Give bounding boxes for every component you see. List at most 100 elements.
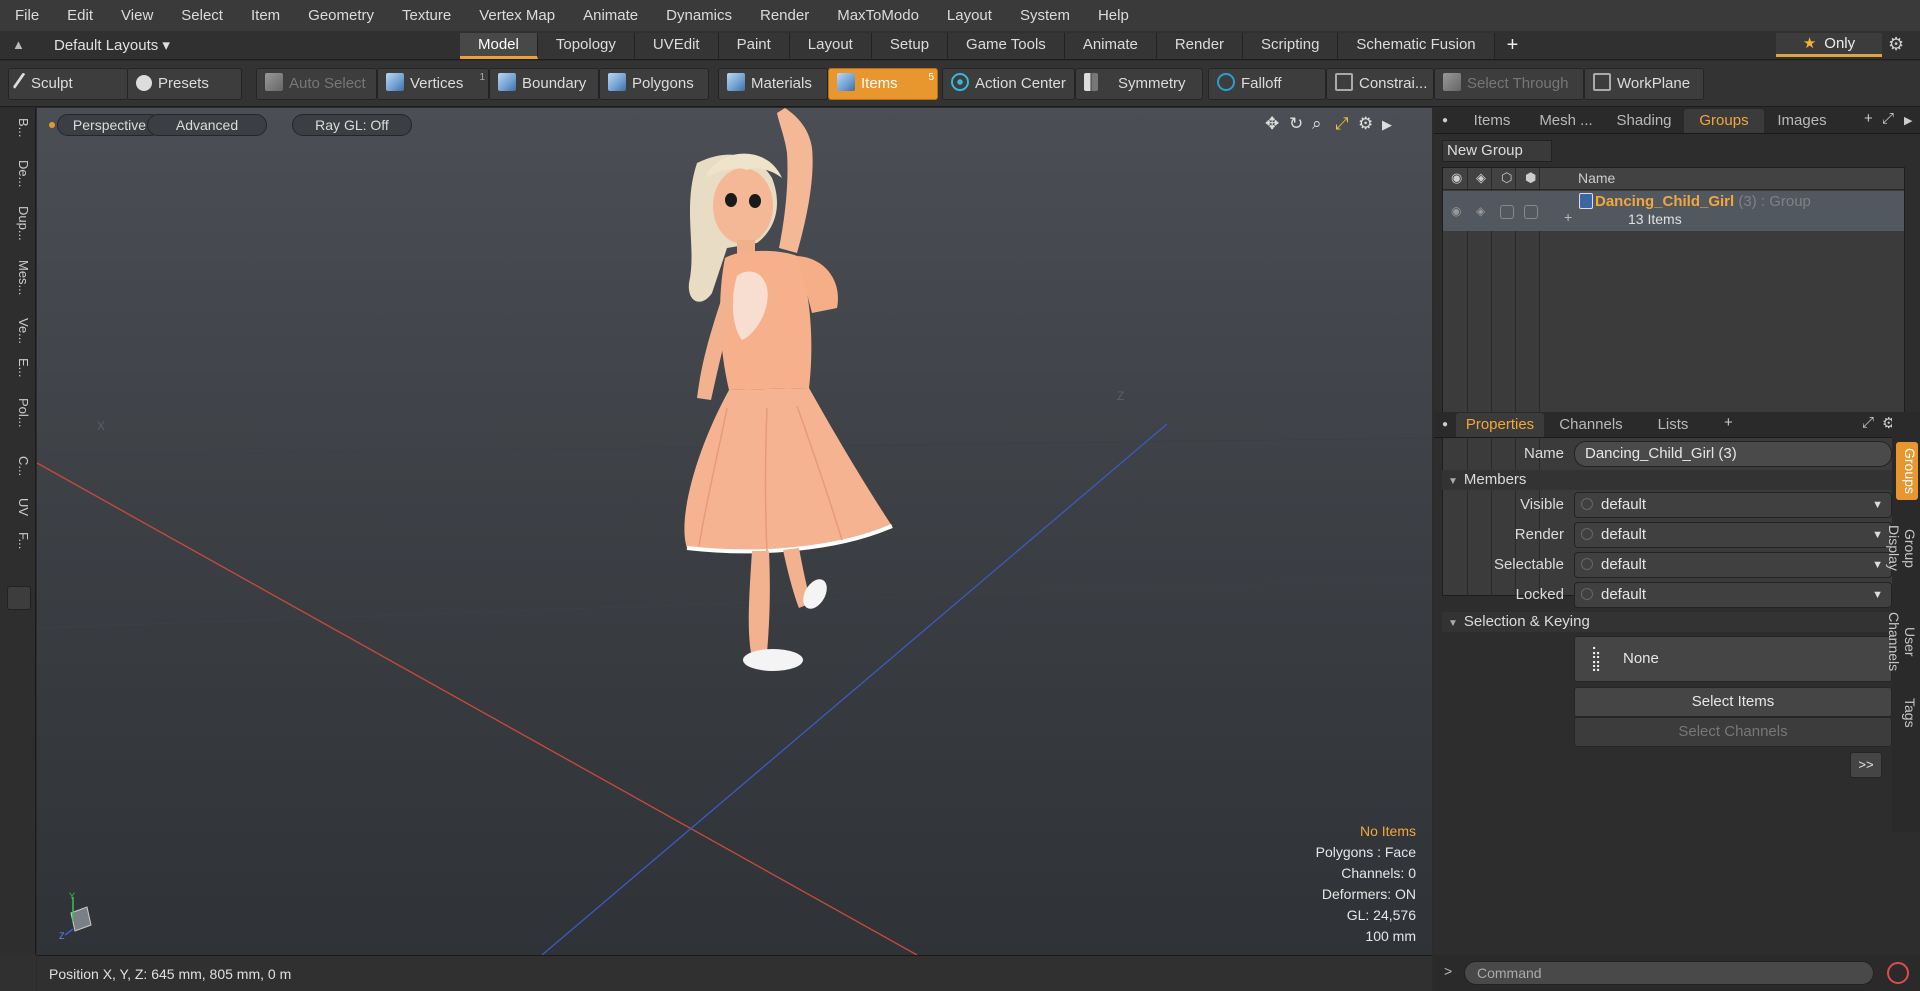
row-lock-checkbox[interactable] <box>1500 205 1514 219</box>
vertices-button[interactable]: Vertices 1 <box>377 68 489 100</box>
left-tab-2[interactable]: De... <box>5 160 31 187</box>
tab-shading[interactable]: Shading <box>1606 109 1682 133</box>
items-button[interactable]: Items 5 <box>828 68 938 100</box>
select-through-button[interactable]: Select Through <box>1434 68 1584 100</box>
menu-view[interactable]: View <box>107 0 167 31</box>
select-channels-button[interactable]: Select Channels <box>1574 717 1892 747</box>
record-icon[interactable] <box>1887 962 1909 984</box>
tab-game-tools[interactable]: Game Tools <box>948 33 1065 59</box>
play-icon[interactable]: ▶ <box>1382 117 1392 133</box>
menu-system[interactable]: System <box>1006 0 1084 31</box>
side-tab-group-display[interactable]: Group Display <box>1886 504 1918 592</box>
members-section[interactable]: ▼ Members <box>1442 470 1902 490</box>
group-row[interactable]: ◉ ◈ + Dancing_Child_Girl (3) : Group 13 … <box>1443 191 1904 231</box>
new-group-button[interactable]: New Group <box>1442 140 1552 162</box>
sculpt-button[interactable]: Sculpt <box>8 68 128 100</box>
add-tab-button[interactable]: + <box>1495 33 1531 59</box>
menu-maxtomodo[interactable]: MaxToModo <box>823 0 933 31</box>
layouts-dropdown[interactable]: Default Layouts ▾ <box>54 31 170 60</box>
left-tab-4[interactable]: Mes... <box>5 260 31 295</box>
more-button[interactable]: >> <box>1850 752 1882 778</box>
tab-animate[interactable]: Animate <box>1064 33 1157 59</box>
render-radio[interactable] <box>1581 528 1593 540</box>
panel-arrow-icon[interactable]: ▶ <box>1904 114 1912 127</box>
left-tab-9[interactable]: UV <box>5 498 31 516</box>
zoom-icon[interactable]: ⌕ <box>1312 114 1322 134</box>
pan-icon[interactable]: ✥ <box>1265 114 1279 134</box>
side-tab-groups[interactable]: Groups <box>1896 442 1918 500</box>
tab-items[interactable]: Items <box>1458 109 1526 133</box>
add-panel-tab-icon[interactable]: + <box>1864 110 1873 127</box>
polygons-button[interactable]: Polygons <box>599 68 709 100</box>
menu-item[interactable]: Item <box>237 0 294 31</box>
expand-group-icon[interactable]: + <box>1564 209 1572 225</box>
side-tab-user-channels[interactable]: User Channels <box>1886 596 1918 688</box>
selectable-select[interactable]: default ▼ <box>1574 552 1892 578</box>
action-center-button[interactable]: Action Center <box>942 68 1075 100</box>
expand-icon[interactable]: ⤢ <box>1882 110 1894 127</box>
left-tab-3[interactable]: Dup... <box>5 206 31 241</box>
tab-schematic-fusion[interactable]: Schematic Fusion <box>1338 33 1495 59</box>
row-eye-icon[interactable]: ◉ <box>1451 204 1461 218</box>
tab-paint[interactable]: Paint <box>718 33 790 59</box>
gear-icon[interactable]: ⚙ <box>1888 34 1904 55</box>
locked-radio[interactable] <box>1581 588 1593 600</box>
tab-images[interactable]: Images <box>1766 109 1838 133</box>
left-strip-button[interactable] <box>7 586 31 610</box>
selection-keying-section[interactable]: ▼ Selection & Keying <box>1442 612 1902 632</box>
left-tab-1[interactable]: B... <box>5 118 31 138</box>
tab-topology[interactable]: Topology <box>537 33 635 59</box>
raygl-dropdown[interactable]: Ray GL: Off <box>292 114 412 136</box>
row-select-checkbox[interactable] <box>1524 205 1538 219</box>
left-tab-10[interactable]: F... <box>5 532 31 549</box>
collapse-icon[interactable]: ▲ <box>12 37 25 52</box>
menu-edit[interactable]: Edit <box>53 0 107 31</box>
tab-lists[interactable]: Lists <box>1638 413 1708 437</box>
visible-select[interactable]: default ▼ <box>1574 492 1892 518</box>
auto-select-button[interactable]: Auto Select <box>256 68 377 100</box>
tab-mesh[interactable]: Mesh ... <box>1528 109 1604 133</box>
column-name-header[interactable]: Name <box>1578 170 1615 186</box>
left-tab-5[interactable]: Ve... <box>5 318 31 344</box>
tab-layout[interactable]: Layout <box>789 33 872 59</box>
side-tab-tags[interactable]: Tags <box>1896 692 1918 734</box>
select-cube-icon[interactable]: ⬢ <box>1525 170 1536 186</box>
tab-scripting[interactable]: Scripting <box>1243 33 1339 59</box>
menu-layout[interactable]: Layout <box>933 0 1006 31</box>
tab-render[interactable]: Render <box>1156 33 1244 59</box>
menu-dynamics[interactable]: Dynamics <box>652 0 746 31</box>
command-input[interactable]: Command <box>1464 961 1874 985</box>
visible-radio[interactable] <box>1581 498 1593 510</box>
presets-button[interactable]: Presets <box>127 68 242 100</box>
render-select[interactable]: default ▼ <box>1574 522 1892 548</box>
boundary-button[interactable]: Boundary <box>489 68 599 100</box>
left-tab-8[interactable]: C... <box>5 456 31 476</box>
props-expand-icon[interactable]: ⤢ <box>1862 414 1874 431</box>
menu-texture[interactable]: Texture <box>388 0 465 31</box>
add-props-tab-icon[interactable]: + <box>1724 414 1733 431</box>
rotate-icon[interactable]: ↻ <box>1289 114 1303 134</box>
left-tab-7[interactable]: Pol... <box>5 398 31 428</box>
row-render-icon[interactable]: ◈ <box>1476 204 1485 218</box>
select-items-button[interactable]: Select Items <box>1574 687 1892 717</box>
materials-button[interactable]: Materials <box>718 68 828 100</box>
tab-uvedit[interactable]: UVEdit <box>634 33 719 59</box>
keying-none-button[interactable]: ⠂ ⠛ ⠿ None <box>1574 636 1892 682</box>
workplane-button[interactable]: WorkPlane <box>1584 68 1704 100</box>
menu-select[interactable]: Select <box>167 0 237 31</box>
tab-groups[interactable]: Groups <box>1684 109 1764 133</box>
symmetry-button[interactable]: Symmetry <box>1075 68 1203 100</box>
menu-geometry[interactable]: Geometry <box>294 0 388 31</box>
3d-viewport[interactable]: X Z Perspective Advanced Ray GL: Off ✥ ↻… <box>37 108 1432 955</box>
menu-animate[interactable]: Animate <box>569 0 652 31</box>
tab-channels[interactable]: Channels <box>1548 413 1634 437</box>
selectable-radio[interactable] <box>1581 558 1593 570</box>
only-button[interactable]: ★ Only <box>1776 33 1882 57</box>
lock-cube-icon[interactable]: ⬡ <box>1501 170 1512 186</box>
name-field[interactable]: Dancing_Child_Girl (3) <box>1574 441 1892 467</box>
tab-properties[interactable]: Properties <box>1456 413 1544 437</box>
advanced-dropdown[interactable]: Advanced <box>147 114 267 136</box>
viewport-gear-icon[interactable]: ⚙ <box>1358 114 1373 134</box>
menu-help[interactable]: Help <box>1084 0 1143 31</box>
tab-setup[interactable]: Setup <box>871 33 949 59</box>
